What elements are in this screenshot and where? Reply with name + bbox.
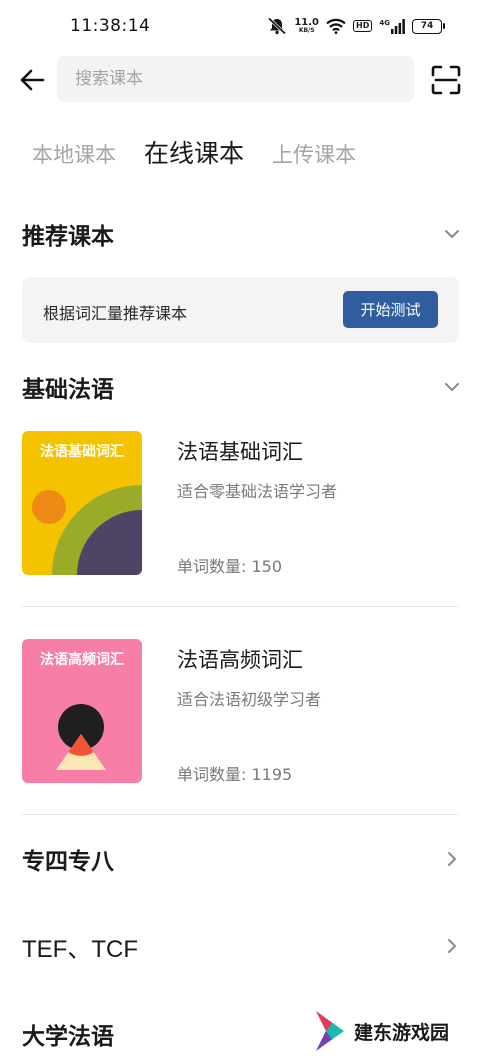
status-time: 11:38:14 <box>70 16 151 36</box>
cover-title: 法语基础词汇 <box>40 444 124 460</box>
book-item[interactable]: 法语基础词汇 法语基础词汇 适合零基础法语学习者 单词数量: 150 <box>22 431 459 577</box>
chevron-right-icon <box>448 939 456 953</box>
status-bar: 11:38:14 11.0 KB/S HD 4G 74 <box>0 0 480 50</box>
book-title: 法语基础词汇 <box>177 440 303 464</box>
recommend-section-header[interactable]: 推荐课本 <box>22 216 462 252</box>
watermark-logo-icon <box>316 1011 344 1051</box>
top-bar <box>0 56 480 104</box>
scan-icon <box>431 65 461 95</box>
book-description: 适合零基础法语学习者 <box>177 482 338 501</box>
category-label: 大学法语 <box>22 1024 114 1050</box>
word-count: 单词数量: 150 <box>177 557 283 576</box>
category-label: TEF、TCF <box>22 935 138 963</box>
book-description: 适合法语初级学习者 <box>177 690 322 709</box>
recommend-card: 根据词汇量推荐课本 开始测试 <box>22 277 459 343</box>
word-count: 单词数量: 1195 <box>177 765 293 784</box>
battery-indicator: 74 <box>412 18 445 34</box>
category-row[interactable]: TEF、TCF <box>22 926 462 966</box>
wifi-icon <box>326 18 346 34</box>
search-input[interactable] <box>75 69 414 89</box>
book-cover: 法语高频词汇 <box>22 639 142 783</box>
tab-online[interactable]: 在线课本 <box>144 134 244 170</box>
category-row[interactable]: 专四专八 <box>22 839 462 879</box>
hd-badge: HD <box>353 20 373 32</box>
divider <box>22 606 459 607</box>
watermark: 建东游戏园 <box>312 1006 472 1056</box>
section-title: 推荐课本 <box>22 224 114 250</box>
cover-title: 法语高频词汇 <box>40 652 124 668</box>
tab-local[interactable]: 本地课本 <box>32 139 116 169</box>
book-title: 法语高频词汇 <box>177 648 303 672</box>
network-speed: 11.0 KB/S <box>294 17 320 34</box>
back-button[interactable] <box>16 64 48 96</box>
recommend-text: 根据词汇量推荐课本 <box>43 304 188 323</box>
tab-upload[interactable]: 上传课本 <box>272 139 356 169</box>
start-test-button[interactable]: 开始测试 <box>343 291 438 328</box>
chevron-right-icon <box>448 852 456 866</box>
status-icons: 11.0 KB/S HD 4G 74 <box>267 14 445 38</box>
section-title: 基础法语 <box>22 377 114 403</box>
category-label: 专四专八 <box>22 849 114 875</box>
chevron-down-icon <box>445 383 459 391</box>
scan-button[interactable] <box>431 65 461 95</box>
source-tabs: 本地课本 在线课本 上传课本 <box>32 134 384 170</box>
arrow-left-icon <box>20 69 45 91</box>
book-item[interactable]: 法语高频词汇 法语高频词汇 适合法语初级学习者 单词数量: 1195 <box>22 639 459 785</box>
search-box[interactable] <box>57 56 414 102</box>
signal-icon: 4G <box>379 18 405 34</box>
watermark-text: 建东游戏园 <box>354 1021 450 1044</box>
mute-icon <box>267 17 287 35</box>
chevron-down-icon <box>445 230 459 238</box>
book-cover: 法语基础词汇 <box>22 431 142 575</box>
basic-section-header[interactable]: 基础法语 <box>22 369 462 405</box>
divider <box>22 814 459 815</box>
